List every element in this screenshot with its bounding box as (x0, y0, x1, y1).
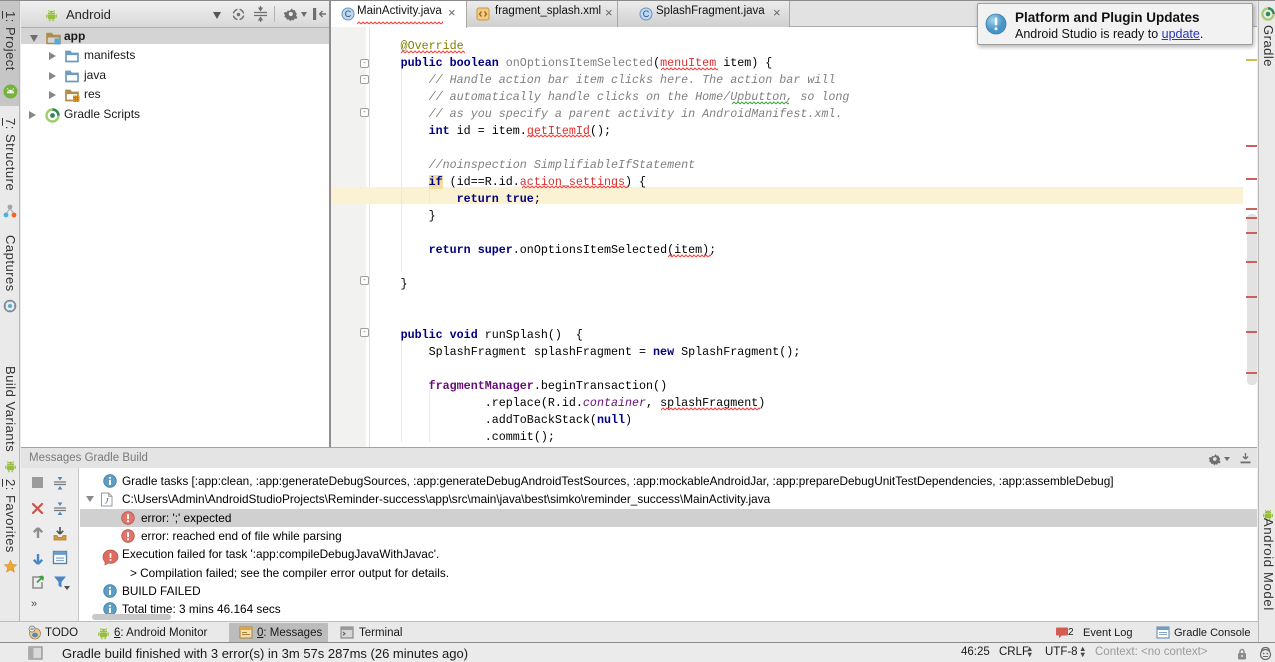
svg-text:C: C (643, 9, 650, 19)
svg-text:C: C (345, 9, 352, 19)
